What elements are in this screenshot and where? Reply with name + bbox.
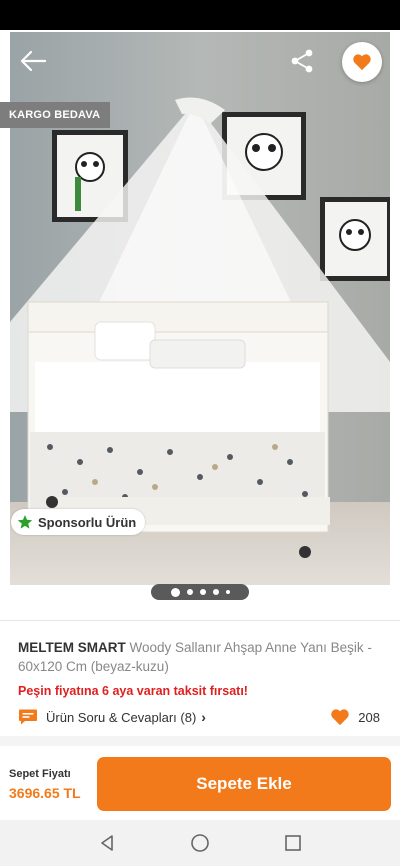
heart-icon: [353, 54, 371, 71]
product-brand[interactable]: MELTEM SMART: [18, 640, 126, 655]
add-to-cart-button[interactable]: Sepete Ekle: [97, 757, 391, 811]
nav-back-icon[interactable]: [97, 833, 117, 853]
sponsored-badge: Sponsorlu Ürün: [11, 509, 146, 535]
section-separator: [0, 736, 400, 746]
system-nav-bar: [0, 820, 400, 866]
star-icon: [17, 515, 33, 529]
qa-row: Ürün Soru & Cevapları (8) › 208: [18, 708, 380, 726]
qa-chat-icon: [19, 709, 37, 725]
heart-icon: [331, 709, 349, 726]
carousel-indicator[interactable]: [151, 584, 249, 600]
installment-promo: Peşin fiyatına 6 aya varan taksit fırsat…: [18, 684, 248, 698]
cart-price: 3696.65 TL: [9, 785, 81, 801]
carousel-dot[interactable]: [170, 587, 180, 597]
product-title: MELTEM SMART Woody Sallanır Ahşap Anne Y…: [18, 638, 383, 676]
carousel-dot[interactable]: [199, 589, 206, 595]
cart-price-label: Sepet Fiyatı: [9, 768, 71, 780]
favorite-count[interactable]: 208: [330, 708, 380, 726]
free-shipping-badge: KARGO BEDAVA: [0, 102, 111, 128]
carousel-dot[interactable]: [212, 589, 219, 595]
favorite-button[interactable]: [342, 42, 382, 82]
sponsored-label: Sponsorlu Ürün: [38, 514, 137, 530]
favorite-count-value: 208: [358, 709, 380, 725]
share-icon[interactable]: [289, 48, 315, 74]
back-arrow-icon[interactable]: [18, 48, 48, 74]
divider: [0, 620, 400, 621]
qa-link[interactable]: Ürün Soru & Cevapları (8): [46, 710, 196, 725]
nav-home-icon[interactable]: [190, 833, 210, 853]
carousel-dot[interactable]: [186, 589, 193, 595]
carousel-dot[interactable]: [225, 590, 230, 594]
chevron-right-icon[interactable]: ›: [201, 709, 206, 725]
nav-recents-icon[interactable]: [283, 833, 303, 853]
status-bar: [0, 0, 400, 30]
